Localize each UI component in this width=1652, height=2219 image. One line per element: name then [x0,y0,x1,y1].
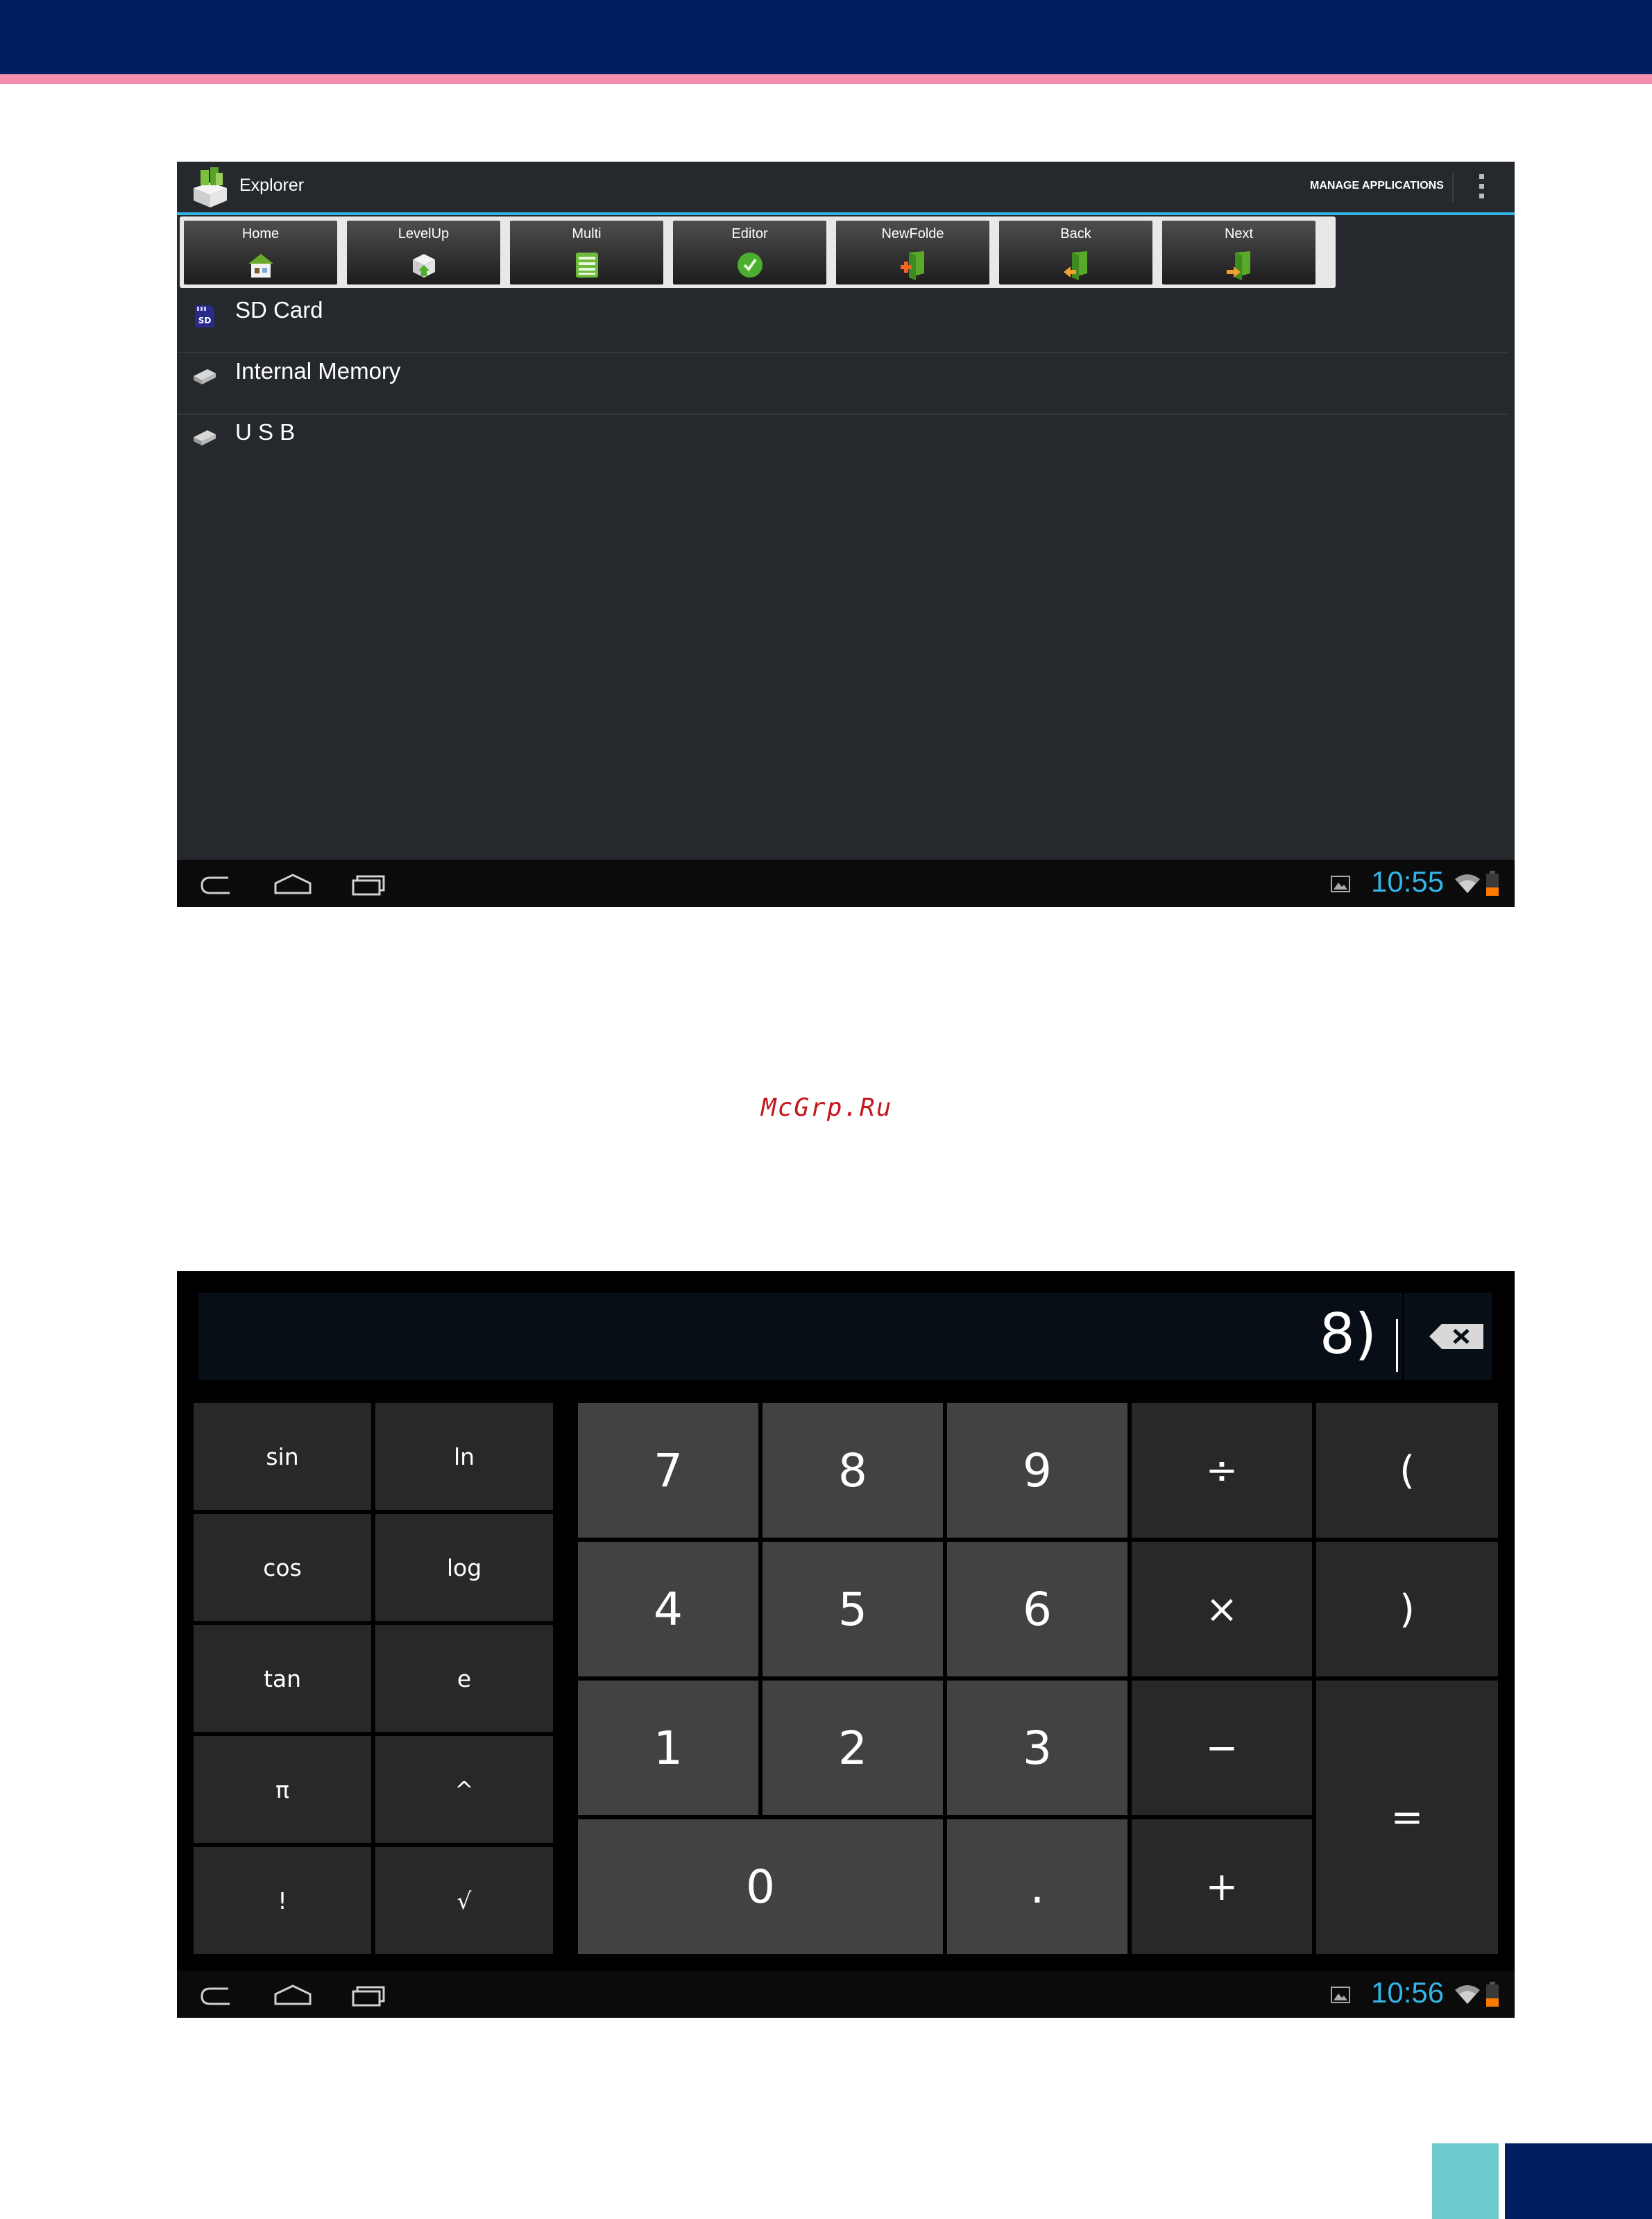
levelup-button[interactable]: LevelUp [347,221,500,284]
cos-key[interactable]: cos [194,1514,371,1621]
home-nav-icon[interactable] [273,872,313,896]
new-folder-button-label: NewFolde [881,226,944,241]
header-accent-line [0,74,1652,84]
system-navigation-bar: 10:56 [177,1971,1515,2018]
e-key[interactable]: e [375,1625,553,1732]
ln-key[interactable]: ln [375,1403,553,1510]
editor-button-label: Editor [731,226,768,241]
wifi-icon [1455,1985,1480,2004]
home-icon [248,254,273,278]
sin-key[interactable]: sin [194,1403,371,1510]
back-button-label: Back [1060,226,1091,241]
sd-card-icon: SD [195,305,214,328]
recent-apps-icon[interactable] [350,1982,388,2008]
digit-5-key[interactable]: 5 [763,1542,943,1676]
row-divider [177,352,1508,353]
editor-button[interactable]: Editor [673,221,826,284]
power-key[interactable]: ^ [375,1736,553,1843]
storage-name: Internal Memory [235,358,401,384]
multiply-key[interactable]: × [1132,1542,1312,1676]
svg-text:SD: SD [198,316,212,325]
storage-item-internal-memory[interactable]: Internal Memory [177,358,1515,418]
decimal-point-key[interactable]: . [947,1819,1127,1954]
log-key[interactable]: log [375,1514,553,1621]
recent-apps-icon[interactable] [350,871,388,897]
gallery-notification-icon [1331,876,1350,892]
factorial-key[interactable]: ! [194,1847,371,1954]
equals-key[interactable]: = [1316,1681,1498,1954]
text-cursor [1396,1319,1398,1372]
manage-applications-button[interactable]: MANAGE APPLICATIONS [1310,180,1444,192]
digit-7-key[interactable]: 7 [578,1403,758,1538]
digit-1-key[interactable]: 1 [578,1681,758,1815]
home-nav-icon[interactable] [273,1983,313,2007]
storage-item-sd-card[interactable]: SD SD Card [177,297,1515,357]
storage-item-usb[interactable]: U S B [177,419,1515,479]
display-expression: 8) [1319,1302,1377,1366]
row-divider [177,414,1508,415]
header-band [0,0,1652,74]
digit-3-key[interactable]: 3 [947,1681,1127,1815]
levelup-button-label: LevelUp [398,226,450,241]
footer-navy-block [1505,2143,1652,2219]
calculator-screenshot: 8) sin ln cos log tan e π ^ ! √ 7 8 9 4 … [177,1271,1515,2018]
storage-name: U S B [235,419,296,445]
digit-2-key[interactable]: 2 [763,1681,943,1815]
storage-name: SD Card [235,297,323,323]
multi-button-label: Multi [572,226,602,241]
digit-4-key[interactable]: 4 [578,1542,758,1676]
next-button-label: Next [1224,226,1254,241]
multi-select-icon [576,253,598,278]
digit-9-key[interactable]: 9 [947,1403,1127,1538]
drive-icon [194,369,216,384]
digit-6-key[interactable]: 6 [947,1542,1127,1676]
overflow-menu-icon[interactable] [1479,174,1485,201]
editor-icon [738,253,763,278]
status-clock: 10:56 [1371,1976,1445,2009]
level-up-icon [413,254,435,278]
new-folder-icon [901,251,924,280]
status-clock: 10:55 [1371,865,1445,898]
tan-key[interactable]: tan [194,1625,371,1732]
action-bar: Explorer MANAGE APPLICATIONS [177,162,1515,213]
drive-icon [194,430,216,445]
action-bar-divider [1452,173,1454,202]
digit-8-key[interactable]: 8 [763,1403,943,1538]
plus-key[interactable]: + [1132,1819,1312,1954]
back-nav-icon[interactable] [198,1983,237,2007]
watermark: McGrp.Ru [761,1094,893,1122]
gallery-notification-icon [1331,1987,1350,2003]
back-folder-icon [1064,251,1087,280]
close-paren-key[interactable]: ) [1316,1542,1498,1676]
battery-icon [1486,1982,1499,2007]
sqrt-key[interactable]: √ [375,1847,553,1954]
display-divider [1402,1293,1404,1380]
digit-0-key[interactable]: 0 [578,1819,943,1954]
explorer-toolbar: Home LevelUp Multi Editor NewFolde Back … [180,216,1336,288]
backspace-icon[interactable] [1429,1323,1485,1350]
app-title: Explorer [239,176,305,195]
pi-key[interactable]: π [194,1736,371,1843]
system-navigation-bar: 10:55 [177,860,1515,907]
action-bar-underline [177,212,1515,215]
new-folder-button[interactable]: NewFolde [836,221,989,284]
home-button-label: Home [241,226,280,241]
divide-key[interactable]: ÷ [1132,1403,1312,1538]
next-folder-icon [1227,251,1250,280]
battery-icon [1486,871,1499,896]
back-nav-icon[interactable] [198,872,237,896]
footer-teal-block [1432,2143,1499,2219]
explorer-screenshot: Explorer MANAGE APPLICATIONS Home LevelU… [177,162,1515,907]
calculator-display[interactable]: 8) [198,1293,1492,1380]
open-paren-key[interactable]: ( [1316,1403,1498,1538]
minus-key[interactable]: − [1132,1681,1312,1815]
next-button[interactable]: Next [1162,221,1315,284]
explorer-app-icon [194,167,227,207]
multi-button[interactable]: Multi [510,221,663,284]
back-button[interactable]: Back [999,221,1152,284]
home-button[interactable]: Home [184,221,337,284]
wifi-icon [1455,874,1480,893]
